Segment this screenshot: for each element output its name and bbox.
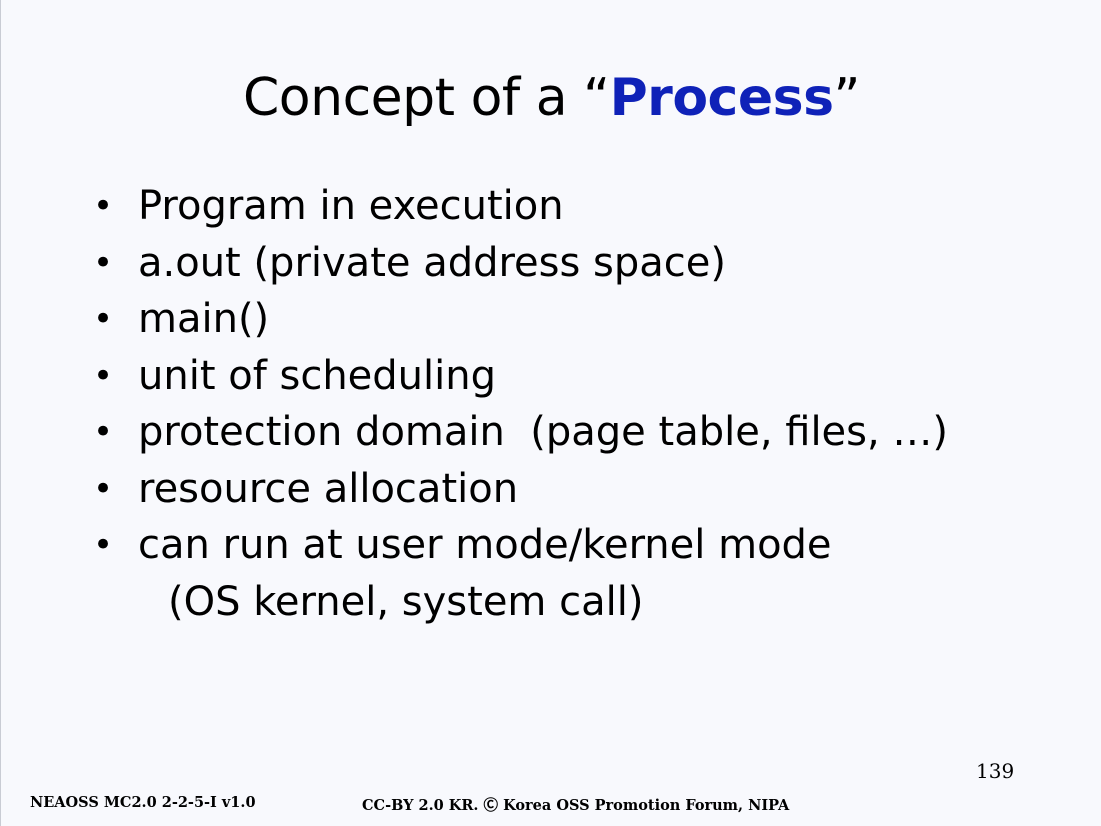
bullet-item: • Program in execution [93,178,948,235]
bullet-icon: • [93,525,114,565]
title-suffix: ” [833,68,861,128]
bullet-item: • a.out (private address space) [93,235,948,292]
bullet-icon: • [93,186,114,226]
bullet-text: resource allocation [138,465,519,512]
slide-title: Concept of a “Process” [1,68,1101,128]
bullet-text: protection domain (page table, files, …) [138,409,949,455]
bullet-item: • protection domain (page table, files, …… [93,404,948,461]
bullet-text: main() [138,296,270,342]
bullet-continuation: (OS kernel, system call) [168,578,644,625]
bullet-list: • Program in execution • a.out (private ad… [93,178,948,630]
footer-course-id: NEAOSS MC2.0 2-2-5-I v1.0 [30,794,256,811]
bullet-text: a.out (private address space) [138,239,727,286]
title-highlight: Process [609,68,834,128]
bullet-item: • resource allocation [93,461,948,518]
bullet-icon: • [93,412,114,452]
bullet-icon: • [93,242,114,283]
bullet-text: Program in execution [138,183,564,229]
bullet-icon: • [93,299,114,339]
bullet-item: • main() [93,291,948,348]
title-prefix: Concept of a “ [242,68,610,128]
bullet-icon: • [93,468,114,509]
bullet-item: • unit of scheduling [93,348,948,405]
bullet-item: • can run at user mode/kernel mode (OS ker… [93,517,948,630]
slide: Concept of a “Process” • Program in execu… [0,0,1101,826]
footer-license: CC-BY 2.0 KR. Ⓒ Korea OSS Promotion Foru… [362,797,790,814]
bullet-icon: • [93,355,114,396]
page-number: 139 [976,759,1015,783]
bullet-text: unit of scheduling [138,352,496,399]
bullet-text: can run at user mode/kernel mode [138,522,832,568]
